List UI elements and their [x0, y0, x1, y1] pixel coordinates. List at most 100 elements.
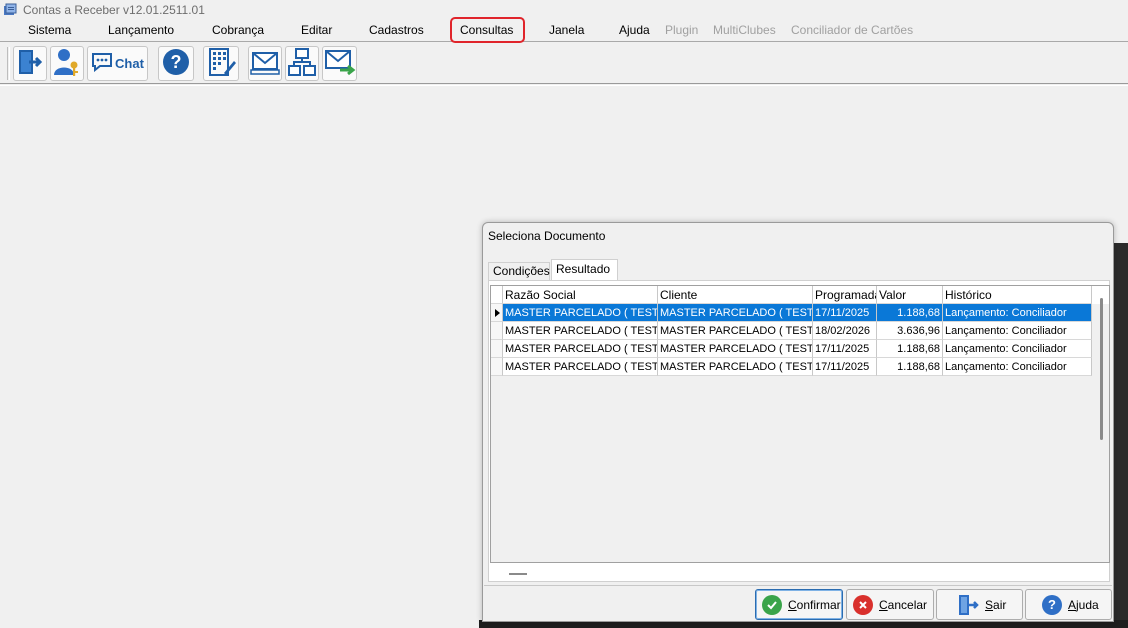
- vertical-scrollbar[interactable]: [1100, 298, 1103, 440]
- confirm-label: Confirmar: [788, 598, 841, 612]
- confirm-accel: C: [788, 597, 797, 612]
- mail-forward-icon: [324, 48, 356, 79]
- exit-door-icon: [957, 594, 979, 616]
- calculator-edit-icon: [206, 47, 236, 80]
- menu-ajuda[interactable]: Ajuda: [619, 23, 650, 37]
- seleciona-documento-dialog: Seleciona Documento Condições Resultado …: [482, 222, 1114, 622]
- cancel-button[interactable]: Cancelar: [846, 589, 934, 620]
- cell-cliente[interactable]: MASTER PARCELADO ( TESTE): [658, 358, 813, 376]
- menu-plugin: Plugin: [665, 23, 699, 37]
- cell-historico[interactable]: Lançamento: Conciliador: [943, 322, 1092, 340]
- title-bar: Contas a Receber v12.01.2511.01: [0, 0, 1128, 20]
- confirm-button[interactable]: Confirmar: [755, 589, 843, 620]
- cell-cliente[interactable]: MASTER PARCELADO ( TESTE): [658, 322, 813, 340]
- cell-programada[interactable]: 18/02/2026: [813, 322, 877, 340]
- toolbar-grip[interactable]: [7, 47, 10, 80]
- mail-tray-button[interactable]: [248, 46, 282, 81]
- exit-accel: S: [985, 597, 994, 612]
- menu-janela[interactable]: Janela: [549, 23, 584, 37]
- cell-historico[interactable]: Lançamento: Conciliador: [943, 340, 1092, 358]
- app-icon: [3, 3, 17, 17]
- horizontal-scrollbar[interactable]: [509, 573, 527, 575]
- cell-valor[interactable]: 1.188,68: [877, 304, 943, 322]
- window-title: Contas a Receber v12.01.2511.01: [23, 3, 205, 17]
- row-indicator: [491, 304, 503, 322]
- menu-lancamento[interactable]: Lançamento: [108, 23, 174, 37]
- tab-resultado[interactable]: Resultado: [551, 259, 618, 281]
- cell-programada[interactable]: 17/11/2025: [813, 358, 877, 376]
- cell-razao-social[interactable]: MASTER PARCELADO ( TESTE): [503, 322, 658, 340]
- exit-button[interactable]: [13, 46, 47, 81]
- consultas-highlight-box: [450, 17, 525, 43]
- column-header-programada[interactable]: Programada: [813, 286, 877, 304]
- cell-cliente[interactable]: MASTER PARCELADO ( TESTE): [658, 304, 813, 322]
- user-key-button[interactable]: [50, 46, 84, 81]
- column-header-historico[interactable]: Histórico: [943, 286, 1092, 304]
- resultado-tab-page: Razão Social Cliente Programada Valor Hi…: [488, 280, 1110, 582]
- menu-editar[interactable]: Editar: [301, 23, 332, 37]
- svg-text:?: ?: [171, 52, 182, 72]
- menu-bar: Sistema Lançamento Cobrança Editar Cadas…: [0, 17, 1128, 43]
- help-label: Ajuda: [1068, 598, 1099, 612]
- current-row-arrow-icon: [495, 309, 500, 317]
- help-button[interactable]: ?: [158, 46, 194, 81]
- cell-valor[interactable]: 3.636,96: [877, 322, 943, 340]
- header-indicator-cell: [491, 286, 503, 304]
- cell-historico[interactable]: Lançamento: Conciliador: [943, 304, 1092, 322]
- row-indicator: [491, 358, 503, 376]
- exit-label: Sair: [985, 598, 1006, 612]
- cancel-accel: C: [879, 597, 888, 612]
- menu-multiclubes: MultiClubes: [713, 23, 776, 37]
- cell-razao-social[interactable]: MASTER PARCELADO ( TESTE): [503, 304, 658, 322]
- cell-valor[interactable]: 1.188,68: [877, 358, 943, 376]
- column-header-cliente[interactable]: Cliente: [658, 286, 813, 304]
- mail-forward-button[interactable]: [322, 46, 357, 81]
- table-row[interactable]: MASTER PARCELADO ( TESTE) MASTER PARCELA…: [491, 322, 1109, 340]
- chat-icon: [91, 52, 113, 75]
- cell-historico[interactable]: Lançamento: Conciliador: [943, 358, 1092, 376]
- help-accel: A: [1068, 597, 1077, 612]
- chat-label: Chat: [115, 56, 144, 71]
- cell-razao-social[interactable]: MASTER PARCELADO ( TESTE): [503, 358, 658, 376]
- exit-dialog-button[interactable]: Sair: [936, 589, 1023, 620]
- grid-header: Razão Social Cliente Programada Valor Hi…: [491, 286, 1109, 304]
- exit-label-rest: air: [993, 597, 1007, 612]
- cell-programada[interactable]: 17/11/2025: [813, 340, 877, 358]
- column-header-razao-social[interactable]: Razão Social: [503, 286, 658, 304]
- table-row[interactable]: MASTER PARCELADO ( TESTE) MASTER PARCELA…: [491, 340, 1109, 358]
- chat-button[interactable]: Chat: [87, 46, 148, 81]
- table-row[interactable]: MASTER PARCELADO ( TESTE) MASTER PARCELA…: [491, 358, 1109, 376]
- column-header-valor[interactable]: Valor: [877, 286, 943, 304]
- exit-door-icon: [16, 48, 44, 79]
- cancel-label-rest: ancelar: [887, 597, 928, 612]
- background-window-edge: [1114, 243, 1128, 628]
- dialog-title: Seleciona Documento: [488, 229, 606, 243]
- help-icon: ?: [1042, 594, 1062, 615]
- cell-valor[interactable]: 1.188,68: [877, 340, 943, 358]
- help-icon: ?: [161, 47, 191, 80]
- x-circle-icon: [853, 594, 873, 615]
- cell-cliente[interactable]: MASTER PARCELADO ( TESTE): [658, 340, 813, 358]
- user-key-icon: [52, 47, 82, 80]
- dialog-button-bar: Confirmar Cancelar Sair ? Ajuda: [484, 585, 1112, 621]
- network-icon: [287, 47, 317, 80]
- menu-conciliador-cartoes: Conciliador de Cartões: [791, 23, 914, 37]
- help-dialog-button[interactable]: ? Ajuda: [1025, 589, 1112, 620]
- tab-condicoes[interactable]: Condições: [488, 262, 550, 281]
- menu-cadastros[interactable]: Cadastros: [369, 23, 424, 37]
- menu-cobranca[interactable]: Cobrança: [212, 23, 264, 37]
- check-circle-icon: [762, 594, 782, 615]
- cell-programada[interactable]: 17/11/2025: [813, 304, 877, 322]
- confirm-label-rest: onfirmar: [796, 597, 841, 612]
- calculator-edit-button[interactable]: [203, 46, 239, 81]
- table-row[interactable]: MASTER PARCELADO ( TESTE) MASTER PARCELA…: [491, 304, 1109, 322]
- cancel-label: Cancelar: [879, 598, 927, 612]
- toolbar: Chat ?: [0, 43, 1128, 84]
- menu-sistema[interactable]: Sistema: [28, 23, 71, 37]
- row-indicator: [491, 340, 503, 358]
- results-grid[interactable]: Razão Social Cliente Programada Valor Hi…: [490, 285, 1110, 575]
- mail-tray-icon: [250, 48, 280, 79]
- cell-razao-social[interactable]: MASTER PARCELADO ( TESTE): [503, 340, 658, 358]
- network-button[interactable]: [285, 46, 319, 81]
- help-label-rest: juda: [1076, 597, 1099, 612]
